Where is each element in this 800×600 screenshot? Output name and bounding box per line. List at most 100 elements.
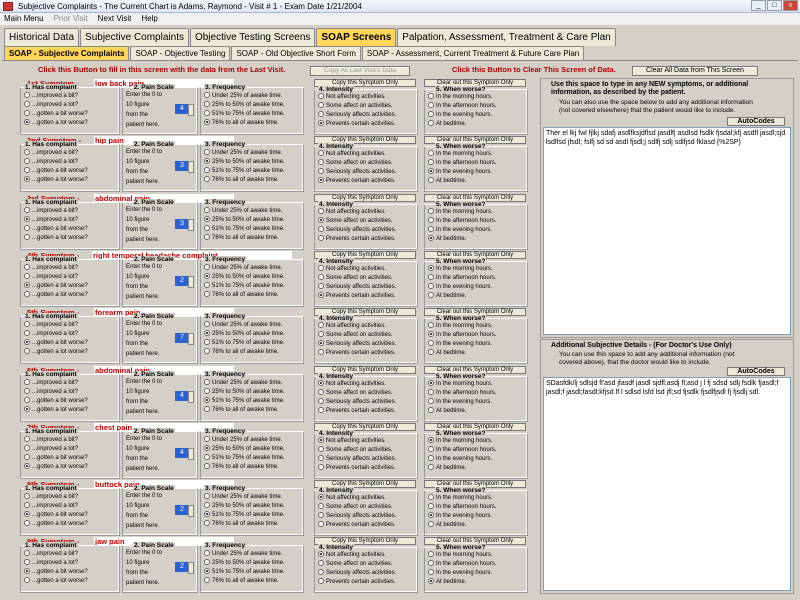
frequency-radio[interactable]: Under 25% of awake time. [204,493,282,501]
pain-scale-spinner[interactable]: 3 [175,218,194,231]
complaint-radio[interactable]: ...improved a bit? [24,435,78,444]
complaint-radio[interactable]: ...improved a bit? [24,206,78,215]
when-worse-radio[interactable]: In the morning hours. [428,93,493,101]
complaint-radio[interactable]: ...improved a lot? [24,158,78,166]
frequency-radio[interactable]: 25% to 50% of awake time. [204,101,285,109]
pain-scale-spinner[interactable]: 4 [175,390,194,403]
pain-scale-spinner[interactable]: 2 [175,275,194,288]
menu-prior-visit[interactable]: Prior Visit [54,13,88,25]
complaint-radio[interactable]: ...gotten a bit worse? [24,568,88,576]
tab-soap-screens[interactable]: SOAP Screens [316,28,397,46]
frequency-radio[interactable]: 51% to 75% of awake time. [204,396,285,405]
complaint-radio[interactable]: ...gotten a bit worse? [24,453,88,462]
complaint-radio[interactable]: ...improved a bit? [24,321,78,329]
intensity-radio[interactable]: Not affecting activities. [318,379,386,388]
intensity-radio[interactable]: Not affecting activities. [318,551,386,559]
complaint-radio[interactable]: ...gotten a bit worse? [24,511,88,519]
when-worse-radio[interactable]: At bedtime. [428,349,466,357]
frequency-radio[interactable]: 25% to 50% of awake time. [204,158,285,166]
when-worse-radio[interactable]: In the afternoon hours. [428,273,496,282]
complaint-radio[interactable]: ...improved a bit? [24,378,78,387]
complaint-radio[interactable]: ...improved a bit? [24,550,78,558]
pain-scale-spinner[interactable]: 7 [175,333,194,346]
intensity-radio[interactable]: Not affecting activities. [318,264,386,273]
copy-all-last-visit-button[interactable]: Copy All Last Visit's Data [310,66,410,76]
when-worse-radio[interactable]: In the afternoon hours. [428,102,496,110]
intensity-radio[interactable]: Prevents certain activities. [318,120,396,128]
when-worse-radio[interactable]: In the morning hours. [428,264,493,273]
subtab-soap-old-objective[interactable]: SOAP - Old Objective Short Form [231,46,361,60]
when-worse-radio[interactable]: In the afternoon hours. [428,503,496,511]
new-symptoms-textarea[interactable]: Ther el lkj fwl fjlkj sdafj asdlfksjdfls… [543,127,791,335]
frequency-radio[interactable]: 25% to 50% of awake time. [204,387,285,396]
tab-historical-data[interactable]: Historical Data [4,28,80,46]
when-worse-radio[interactable]: In the evening hours. [428,569,492,577]
when-worse-radio[interactable]: In the afternoon hours. [428,331,496,339]
complaint-radio[interactable]: ...gotten a bit worse? [24,167,88,175]
subtab-soap-subjective[interactable]: SOAP - Subjective Complaints [4,46,130,60]
intensity-radio[interactable]: Seriously affects activities. [318,340,396,348]
when-worse-radio[interactable]: In the evening hours. [428,168,492,176]
frequency-radio[interactable]: Under 25% of awake time. [204,149,282,157]
complaint-radio[interactable]: ...improved a lot? [24,502,78,510]
frequency-radio[interactable]: 51% to 75% of awake time. [204,167,285,175]
when-worse-radio[interactable]: In the evening hours. [428,340,492,348]
frequency-radio[interactable]: 25% to 50% of awake time. [204,215,285,224]
when-worse-radio[interactable]: At bedtime. [428,463,466,472]
when-worse-radio[interactable]: In the afternoon hours. [428,445,496,454]
intensity-radio[interactable]: Not affecting activities. [318,494,386,502]
complaint-radio[interactable]: ...gotten a bit worse? [24,224,88,233]
intensity-radio[interactable]: Seriously affects activities. [318,397,396,406]
frequency-radio[interactable]: Under 25% of awake time. [204,263,282,272]
when-worse-radio[interactable]: In the morning hours. [428,207,493,216]
frequency-radio[interactable]: 51% to 75% of awake time. [204,511,285,519]
menu-help[interactable]: Help [141,13,157,25]
intensity-radio[interactable]: Some affect on activities. [318,216,393,225]
intensity-radio[interactable]: Some affect on activities. [318,331,393,339]
close-button[interactable]: x [783,0,798,11]
intensity-radio[interactable]: Prevents certain activities. [318,521,396,529]
when-worse-radio[interactable]: In the morning hours. [428,150,493,158]
intensity-radio[interactable]: Prevents certain activities. [318,177,396,185]
when-worse-radio[interactable]: At bedtime. [428,234,466,243]
maximize-button[interactable]: □ [767,0,782,11]
when-worse-radio[interactable]: In the afternoon hours. [428,560,496,568]
complaint-radio[interactable]: ...improved a lot? [24,215,78,224]
complaint-radio[interactable]: ...improved a lot? [24,101,78,109]
complaint-radio[interactable]: ...improved a lot? [24,444,78,453]
autocodes-button-1[interactable]: AutoCodes [727,117,785,126]
complaint-radio[interactable]: ...gotten a lot worse? [24,233,88,242]
menu-next-visit[interactable]: Next Visit [98,13,132,25]
frequency-radio[interactable]: Under 25% of awake time. [204,321,282,329]
complaint-radio[interactable]: ...gotten a lot worse? [24,577,88,585]
frequency-radio[interactable]: 76% to all of awake time. [204,462,279,471]
clear-all-data-button[interactable]: Clear All Data from This Screen [632,66,758,76]
frequency-radio[interactable]: 25% to 50% of awake time. [204,330,285,338]
frequency-radio[interactable]: Under 25% of awake time. [204,378,282,387]
intensity-radio[interactable]: Seriously affects activities. [318,282,396,291]
intensity-radio[interactable]: Prevents certain activities. [318,406,396,415]
frequency-radio[interactable]: 76% to all of awake time. [204,176,279,184]
when-worse-radio[interactable]: In the morning hours. [428,494,493,502]
frequency-radio[interactable]: 76% to all of awake time. [204,348,279,356]
intensity-radio[interactable]: Prevents certain activities. [318,463,396,472]
intensity-radio[interactable]: Seriously affects activities. [318,512,396,520]
when-worse-radio[interactable]: In the morning hours. [428,551,493,559]
intensity-radio[interactable]: Seriously affects activities. [318,168,396,176]
complaint-radio[interactable]: ...gotten a lot worse? [24,176,88,184]
when-worse-radio[interactable]: In the afternoon hours. [428,388,496,397]
intensity-radio[interactable]: Some affect on activities. [318,273,393,282]
when-worse-radio[interactable]: In the evening hours. [428,397,492,406]
intensity-radio[interactable]: Some affect on activities. [318,503,393,511]
frequency-radio[interactable]: Under 25% of awake time. [204,550,282,558]
autocodes-button-2[interactable]: AutoCodes [727,367,785,376]
when-worse-radio[interactable]: In the afternoon hours. [428,216,496,225]
when-worse-radio[interactable]: In the evening hours. [428,282,492,291]
complaint-radio[interactable]: ...gotten a bit worse? [24,281,88,290]
complaint-radio[interactable]: ...improved a lot? [24,330,78,338]
complaint-radio[interactable]: ...gotten a bit worse? [24,396,88,405]
complaint-radio[interactable]: ...gotten a bit worse? [24,110,88,118]
complaint-radio[interactable]: ...gotten a lot worse? [24,119,88,127]
complaint-radio[interactable]: ...gotten a lot worse? [24,290,88,299]
complaint-radio[interactable]: ...improved a bit? [24,92,78,100]
